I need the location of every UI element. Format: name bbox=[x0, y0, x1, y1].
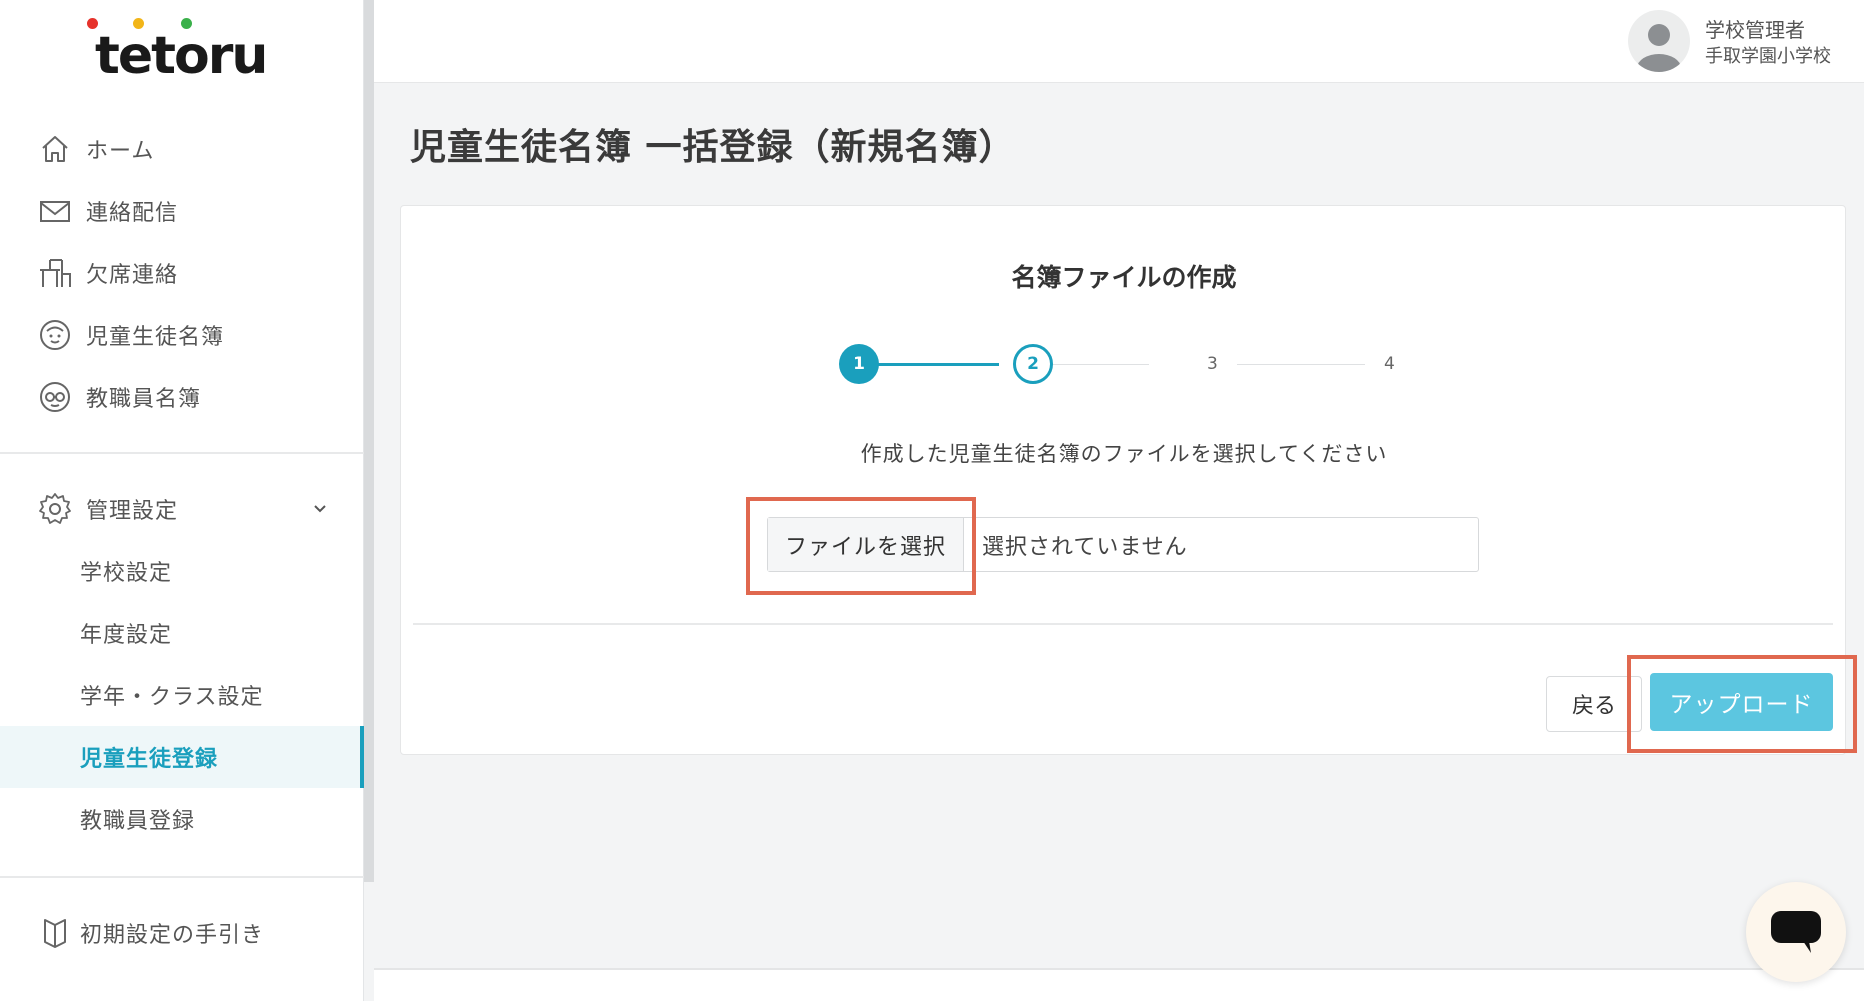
nav-item-setup-guide[interactable]: 初期設定の手引き bbox=[0, 902, 364, 964]
step-4: 4 bbox=[1384, 354, 1395, 374]
user-school-name: 手取学園小学校 bbox=[1705, 46, 1831, 67]
nav-label-messages: 連絡配信 bbox=[86, 201, 179, 226]
sub-label-student-registration: 児童生徒登録 bbox=[80, 747, 219, 772]
nav-item-home[interactable]: ホーム bbox=[0, 118, 364, 180]
step-line-1 bbox=[859, 363, 999, 366]
chat-button[interactable] bbox=[1746, 882, 1846, 982]
nav-label-home: ホーム bbox=[86, 139, 155, 164]
chat-bubble-icon bbox=[1771, 911, 1821, 953]
file-status-text: 選択されていません bbox=[982, 534, 1188, 560]
nav-item-student-roster[interactable]: 児童生徒名簿 bbox=[0, 304, 364, 366]
nav-item-admin-settings[interactable]: 管理設定 bbox=[0, 478, 364, 540]
step-3: 3 bbox=[1207, 354, 1218, 374]
tetoru-logo[interactable]: tetoru bbox=[87, 18, 275, 86]
sidebar-item-year-settings[interactable]: 年度設定 bbox=[0, 602, 364, 664]
sidebar-scrollbar[interactable] bbox=[364, 0, 374, 882]
teacher-face-icon bbox=[38, 380, 72, 414]
nav-item-messages[interactable]: 連絡配信 bbox=[0, 180, 364, 242]
sidebar-item-student-registration[interactable]: 児童生徒登録 bbox=[0, 726, 364, 788]
home-icon bbox=[38, 132, 72, 166]
instruction-text: 作成した児童生徒名簿のファイルを選択してください bbox=[860, 442, 1388, 466]
step-2-current: 2 bbox=[1013, 344, 1053, 384]
nav-item-absence[interactable]: 欠席連絡 bbox=[0, 242, 364, 304]
sub-label-grade-class-settings: 学年・クラス設定 bbox=[80, 685, 264, 710]
book-icon bbox=[38, 916, 72, 950]
user-role: 学校管理者 bbox=[1705, 18, 1805, 42]
nav-label-student-roster: 児童生徒名簿 bbox=[86, 325, 225, 350]
step-line-2 bbox=[1039, 364, 1149, 365]
sidebar-divider-2 bbox=[0, 876, 364, 878]
nav-label-setup-guide: 初期設定の手引き bbox=[80, 923, 265, 948]
sub-label-staff-registration: 教職員登録 bbox=[80, 809, 196, 834]
sub-label-year-settings: 年度設定 bbox=[80, 623, 173, 648]
nav-label-admin-settings: 管理設定 bbox=[86, 499, 179, 524]
user-silhouette-icon bbox=[1637, 24, 1681, 72]
nav-item-staff-roster[interactable]: 教職員名簿 bbox=[0, 366, 364, 428]
mail-icon bbox=[38, 194, 72, 228]
user-avatar[interactable] bbox=[1628, 10, 1690, 72]
highlight-box-file-button bbox=[746, 497, 976, 595]
sidebar-divider bbox=[0, 452, 364, 454]
step-1-completed: 1 bbox=[839, 344, 879, 384]
gear-icon bbox=[38, 492, 72, 526]
step-line-3 bbox=[1237, 364, 1365, 365]
sidebar-item-grade-class-settings[interactable]: 学年・クラス設定 bbox=[0, 664, 364, 726]
sub-label-school-settings: 学校設定 bbox=[80, 561, 173, 586]
logo-text: tetoru bbox=[95, 26, 268, 86]
chevron-down-icon[interactable] bbox=[312, 500, 328, 520]
footer-area bbox=[374, 970, 1864, 1001]
desk-chair-icon bbox=[38, 256, 72, 290]
sidebar-item-school-settings[interactable]: 学校設定 bbox=[0, 540, 364, 602]
sidebar-item-staff-registration[interactable]: 教職員登録 bbox=[0, 788, 364, 850]
card-divider bbox=[413, 623, 1833, 625]
highlight-box-upload-button bbox=[1627, 655, 1857, 753]
sidebar: tetoru ホーム 連絡配信 欠席連絡 児童生徒名簿 教職員名簿 管理設定 学… bbox=[0, 0, 364, 1001]
nav-label-absence: 欠席連絡 bbox=[86, 263, 179, 288]
student-face-icon bbox=[38, 318, 72, 352]
page-title: 児童生徒名簿 一括登録（新規名簿） bbox=[410, 127, 1016, 168]
nav-label-staff-roster: 教職員名簿 bbox=[86, 387, 202, 412]
